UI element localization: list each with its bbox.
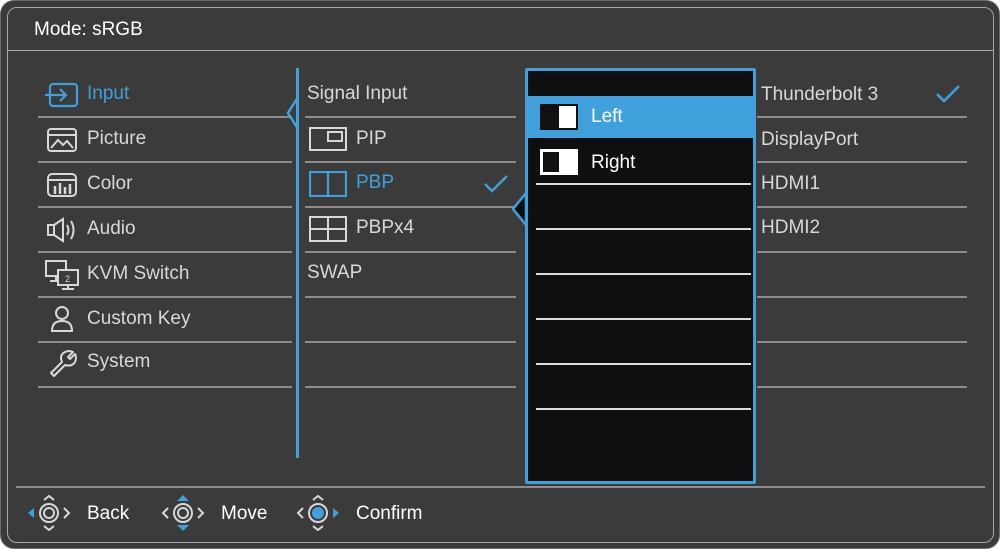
- menu-item-picture[interactable]: Picture: [38, 118, 292, 163]
- source-empty-row: [757, 298, 967, 343]
- source-label-displayport: DisplayPort: [761, 129, 859, 150]
- osd-header: Mode: sRGB: [8, 8, 993, 51]
- menu-label-system: System: [87, 351, 151, 372]
- divider: [536, 228, 751, 230]
- divider: [38, 386, 292, 388]
- left-half-icon: [540, 104, 578, 130]
- picture-icon: [47, 128, 77, 152]
- mode-title: Mode: sRGB: [34, 19, 143, 40]
- osd-window: Mode: sRGB Input Picture Color Audio 2 K…: [7, 7, 994, 543]
- divider: [536, 318, 751, 320]
- menu-label-color: Color: [87, 173, 133, 194]
- source-item-hdmi2[interactable]: HDMI2: [757, 208, 967, 253]
- option-right[interactable]: Right: [532, 141, 749, 183]
- submenu-item-swap[interactable]: SWAP: [305, 253, 516, 298]
- option-label-right: Right: [591, 152, 636, 173]
- input-submenu: Signal Input PIP PBP PBPx4 SWAP: [305, 73, 516, 473]
- menu-item-input[interactable]: Input: [38, 73, 292, 118]
- color-icon: [47, 173, 77, 197]
- submenu-label-pbpx4: PBPx4: [356, 217, 415, 238]
- submenu-empty-row: [305, 343, 516, 388]
- checkmark-icon: [936, 85, 960, 103]
- option-left[interactable]: Left: [528, 96, 753, 138]
- submenu-item-pip[interactable]: PIP: [305, 118, 516, 163]
- option-label-left: Left: [591, 106, 623, 127]
- source-item-hdmi1[interactable]: HDMI1: [757, 163, 967, 208]
- source-empty-row: [757, 253, 967, 298]
- submenu-item-pbp[interactable]: PBP: [305, 163, 516, 208]
- source-item-thunderbolt-3[interactable]: Thunderbolt 3: [757, 73, 967, 118]
- divider: [536, 183, 751, 185]
- pip-icon: [309, 127, 347, 151]
- source-list: Thunderbolt 3 DisplayPort HDMI1 HDMI2: [757, 73, 967, 473]
- menu-label-kvm-switch: KVM Switch: [87, 263, 190, 284]
- menu-label-input: Input: [87, 83, 130, 104]
- divider: [536, 363, 751, 365]
- divider: [757, 386, 967, 388]
- back-label: Back: [87, 503, 130, 524]
- active-notch-icon: [286, 96, 299, 130]
- submenu-label-swap: SWAP: [307, 262, 363, 283]
- joystick-updown-icon: [161, 495, 205, 531]
- menu-item-custom-key[interactable]: Custom Key: [38, 298, 292, 343]
- audio-icon: [47, 217, 75, 243]
- menu-label-audio: Audio: [87, 218, 136, 239]
- menu-item-color[interactable]: Color: [38, 163, 292, 208]
- source-empty-row: [757, 343, 967, 388]
- divider: [536, 273, 751, 275]
- submenu-label-pbp: PBP: [356, 172, 395, 193]
- menu-item-audio[interactable]: Audio: [38, 208, 292, 253]
- submenu-empty-row: [305, 298, 516, 343]
- confirm-label: Confirm: [356, 503, 423, 524]
- svg-text:2: 2: [65, 274, 70, 284]
- menu-label-picture: Picture: [87, 128, 147, 149]
- pbpx4-icon: [309, 216, 347, 242]
- joystick-press-icon: [296, 495, 339, 531]
- source-label-thunderbolt-3: Thunderbolt 3: [761, 84, 879, 105]
- joystick-left-icon: [28, 495, 71, 531]
- submenu-label-pip: PIP: [356, 128, 387, 149]
- submenu-item-pbpx4[interactable]: PBPx4: [305, 208, 516, 253]
- source-item-displayport[interactable]: DisplayPort: [757, 118, 967, 163]
- footer-divider: [16, 486, 985, 488]
- kvm-switch-icon: 2: [45, 260, 79, 290]
- move-label: Move: [221, 503, 268, 524]
- active-notch-icon: [511, 191, 526, 227]
- system-icon: [50, 350, 77, 377]
- source-label-hdmi2: HDMI2: [761, 217, 821, 238]
- pbp-icon: [309, 171, 347, 197]
- menu-item-system[interactable]: System: [38, 343, 292, 388]
- menu-item-kvm-switch[interactable]: 2 KVM Switch: [38, 253, 292, 298]
- divider: [305, 386, 516, 388]
- checkmark-icon: [484, 175, 508, 193]
- right-half-icon: [540, 149, 578, 175]
- custom-key-icon: [50, 306, 74, 332]
- divider: [536, 408, 751, 410]
- input-icon: [45, 82, 79, 108]
- main-menu: Input Picture Color Audio 2 KVM Switch C…: [38, 73, 292, 473]
- source-label-hdmi1: HDMI1: [761, 173, 821, 194]
- submenu-label-signal-input: Signal Input: [307, 83, 408, 104]
- submenu-item-signal-input[interactable]: Signal Input: [305, 73, 516, 118]
- osd-frame: Mode: sRGB Input Picture Color Audio 2 K…: [0, 0, 1000, 549]
- pbp-position-panel: Left Right: [525, 68, 756, 484]
- menu-label-custom-key: Custom Key: [87, 308, 191, 329]
